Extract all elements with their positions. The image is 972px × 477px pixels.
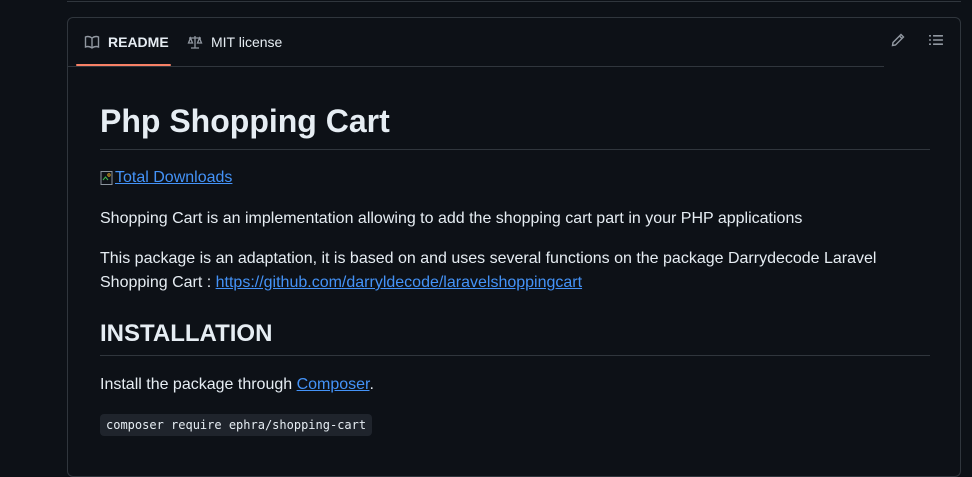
scale-icon [187, 34, 203, 50]
tab-license[interactable]: MIT license [179, 18, 282, 66]
tab-readme[interactable]: README [76, 18, 171, 66]
darryldecode-repo-link[interactable]: https://github.com/darryldecode/laravels… [216, 274, 582, 291]
badge-alt-text: Total Downloads [115, 169, 233, 186]
readme-header: README MIT license [68, 18, 960, 66]
tab-license-label: MIT license [211, 34, 283, 50]
install-command-code: composer require ephra/shopping-cart [100, 414, 373, 436]
page-title: Php Shopping Cart [100, 103, 930, 150]
install-paragraph: Install the package through Composer. [100, 373, 930, 397]
composer-link[interactable]: Composer [297, 376, 370, 393]
header-divider [68, 66, 884, 67]
install-suffix: . [369, 376, 374, 393]
top-divider [67, 0, 961, 2]
edit-button[interactable] [886, 30, 910, 54]
adaptation-line1: This package is an adaptation, it is bas… [100, 250, 877, 267]
list-icon [928, 32, 944, 53]
tab-readme-label: README [108, 34, 169, 50]
book-icon [84, 34, 100, 50]
total-downloads-badge-link[interactable]: Total Downloads [100, 169, 232, 187]
intro-paragraph: Shopping Cart is an implementation allow… [100, 210, 803, 227]
outline-button[interactable] [924, 30, 948, 54]
pencil-icon [890, 32, 906, 53]
adaptation-line2-prefix: Shopping Cart : [100, 274, 216, 291]
broken-image-icon [100, 170, 114, 186]
adaptation-paragraph: This package is an adaptation, it is bas… [100, 247, 930, 295]
readme-panel: README MIT license Php Shopping Cart Tot… [67, 17, 961, 477]
installation-heading: INSTALLATION [100, 319, 930, 356]
install-prefix: Install the package through [100, 376, 297, 393]
